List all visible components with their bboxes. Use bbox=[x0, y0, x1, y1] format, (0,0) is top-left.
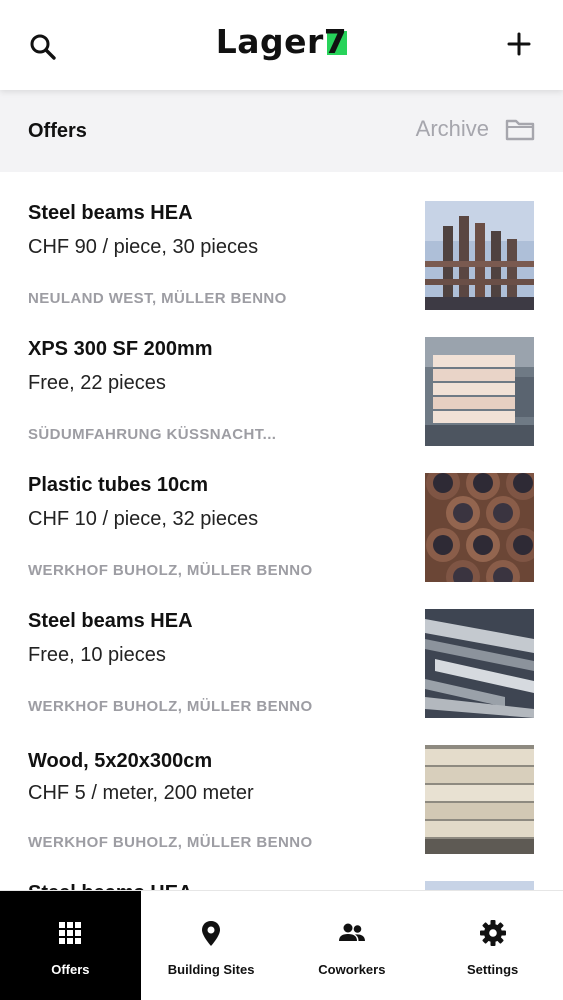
offer-location: WERKHOF BUHOLZ, MÜLLER BENNO bbox=[28, 834, 313, 851]
list-item[interactable]: Wood, 5x20x300cm CHF 5 / meter, 200 mete… bbox=[0, 716, 563, 854]
tab-coworkers[interactable]: Coworkers bbox=[281, 891, 423, 1000]
tab-settings[interactable]: Settings bbox=[422, 891, 563, 1000]
list-item[interactable]: Steel beams HEA CHF 90 / piece, 30 piece… bbox=[0, 172, 563, 310]
offer-title: Steel beams HEA bbox=[28, 882, 193, 890]
tab-offers[interactable]: Offers bbox=[0, 891, 141, 1000]
offer-thumbnail bbox=[425, 201, 534, 310]
map-pin-icon bbox=[202, 921, 221, 946]
list-item[interactable]: Plastic tubes 10cm CHF 10 / piece, 32 pi… bbox=[0, 444, 563, 582]
offer-thumbnail bbox=[425, 337, 534, 446]
offer-price: Free, 22 pieces bbox=[28, 372, 166, 394]
add-offer-button[interactable] bbox=[505, 30, 533, 58]
offer-thumbnail bbox=[425, 881, 534, 890]
offer-location: SÜDUMFAHRUNG KÜSSNACHT... bbox=[28, 426, 277, 443]
offer-title: Wood, 5x20x300cm bbox=[28, 750, 213, 772]
folder-icon bbox=[505, 119, 535, 141]
gear-icon bbox=[479, 920, 506, 946]
list-item[interactable]: Steel beams HEA Free, 10 pieces WERKHOF … bbox=[0, 580, 563, 718]
section-header: Offers Archive bbox=[0, 90, 563, 172]
offer-thumbnail bbox=[425, 473, 534, 582]
app-logo: Lager7 bbox=[0, 22, 563, 61]
tab-label: Settings bbox=[466, 962, 519, 977]
list-item[interactable]: Steel beams HEA bbox=[0, 852, 563, 890]
archive-label: Archive bbox=[415, 116, 489, 141]
offer-price: CHF 5 / meter, 200 meter bbox=[28, 782, 254, 804]
logo-text: Lager7 bbox=[215, 22, 348, 61]
tab-label: Building Sites bbox=[167, 962, 255, 977]
offer-price: CHF 90 / piece, 30 pieces bbox=[28, 236, 259, 258]
page-title: Offers bbox=[28, 120, 87, 142]
offer-title: Plastic tubes 10cm bbox=[28, 474, 209, 496]
offer-title: Steel beams HEA bbox=[28, 202, 193, 224]
tab-building-sites[interactable]: Building Sites bbox=[140, 891, 282, 1000]
offer-list[interactable]: Steel beams HEA CHF 90 / piece, 30 piece… bbox=[0, 172, 563, 890]
offer-thumbnail bbox=[425, 609, 534, 718]
archive-button[interactable]: Archive bbox=[416, 116, 535, 142]
offer-location: NEULAND WEST, MÜLLER BENNO bbox=[28, 290, 287, 307]
offer-price: Free, 10 pieces bbox=[28, 644, 166, 666]
top-app-bar: Lager7 bbox=[0, 0, 563, 90]
offer-location: WERKHOF BUHOLZ, MÜLLER BENNO bbox=[28, 698, 313, 715]
offer-title: XPS 300 SF 200mm bbox=[28, 338, 213, 360]
tab-label: Offers bbox=[51, 962, 90, 977]
tab-label: Coworkers bbox=[318, 962, 386, 977]
offer-thumbnail bbox=[425, 745, 534, 854]
grid-icon bbox=[59, 922, 82, 944]
plus-icon bbox=[507, 32, 531, 56]
offer-price: CHF 10 / piece, 32 pieces bbox=[28, 508, 259, 530]
people-icon bbox=[338, 923, 365, 941]
offer-location: WERKHOF BUHOLZ, MÜLLER BENNO bbox=[28, 562, 313, 579]
offer-title: Steel beams HEA bbox=[28, 610, 193, 632]
bottom-tab-bar: Offers Building Sites Coworkers Settings bbox=[0, 890, 563, 1000]
list-item[interactable]: XPS 300 SF 200mm Free, 22 pieces SÜDUMFA… bbox=[0, 308, 563, 446]
